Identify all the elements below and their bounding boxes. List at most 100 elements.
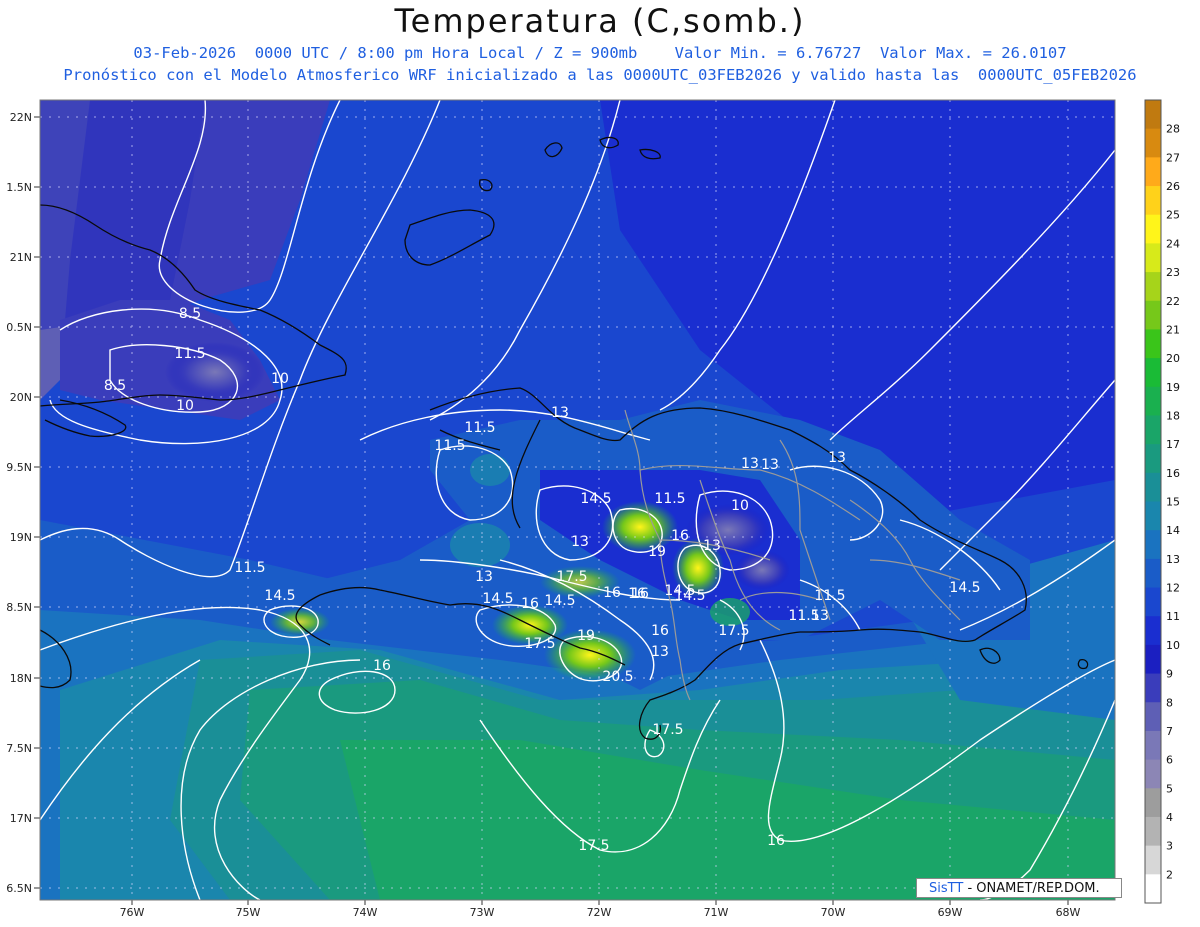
- lon-label: 69W: [938, 906, 963, 919]
- colorbar-swatch: [1145, 587, 1161, 617]
- lat-label: 19N: [10, 531, 32, 544]
- colorbar-swatch: [1145, 816, 1161, 847]
- colorbar-swatch: [1145, 530, 1161, 560]
- colorbar-label: 3: [1166, 840, 1173, 853]
- contour-label: 10: [731, 498, 749, 514]
- colorbar-swatch: [1145, 444, 1161, 474]
- colorbar-label: 20: [1166, 352, 1180, 365]
- credit-org: - ONAMET/REP.DOM.: [967, 881, 1100, 896]
- contour-label: 13: [571, 534, 589, 550]
- contour-label: 8.5: [104, 378, 126, 394]
- contour-label: 10: [176, 398, 194, 414]
- contour-label: 11.5: [788, 608, 819, 624]
- colorbar-label: 21: [1166, 323, 1180, 336]
- colorbar-label: 27: [1166, 151, 1180, 164]
- lon-label: 76W: [120, 906, 145, 919]
- contour-label: 17.5: [652, 722, 683, 738]
- contour-label: 17.5: [718, 623, 749, 639]
- colorbar-label: 9: [1166, 668, 1173, 681]
- lon-label: 74W: [353, 906, 378, 919]
- colorbar-swatch: [1145, 673, 1161, 703]
- colorbar-swatch: [1145, 128, 1161, 158]
- contour-label: 8.5: [179, 306, 201, 322]
- contour-label: 13: [741, 456, 759, 472]
- lat-label: 8.5N: [6, 601, 32, 614]
- colorbar-swatch: [1145, 157, 1161, 187]
- lat-label: 1.5N: [6, 181, 32, 194]
- colorbar-label: 7: [1166, 725, 1173, 738]
- lat-label: 6.5N: [6, 882, 32, 895]
- lat-label: 17N: [10, 812, 32, 825]
- contour-label: 16: [373, 658, 391, 674]
- colorbar-swatch: [1145, 874, 1161, 904]
- colorbar-label: 13: [1166, 553, 1180, 566]
- colorbar-label: 14: [1166, 524, 1180, 537]
- lon-label: 71W: [704, 906, 729, 919]
- contour-label: 16: [671, 528, 689, 544]
- contour-label: 11.5: [434, 438, 465, 454]
- colorbar-label: 22: [1166, 295, 1180, 308]
- contour-label: 19: [648, 544, 666, 560]
- colorbar-label: 5: [1166, 782, 1173, 795]
- lon-label: 75W: [236, 906, 261, 919]
- colorbar-label: 4: [1166, 811, 1173, 824]
- contour-label: 16: [521, 596, 539, 612]
- colorbar: 2827262524232221201918171615141312111098…: [1144, 99, 1180, 904]
- colorbar-swatch: [1145, 788, 1161, 818]
- lat-label: 7.5N: [6, 742, 32, 755]
- contour-label: 17.5: [578, 838, 609, 854]
- colorbar-swatch: [1145, 616, 1161, 646]
- contour-label: 20.5: [602, 669, 633, 685]
- lat-label: 22N: [10, 111, 32, 124]
- colorbar-swatch: [1145, 845, 1161, 875]
- colorbar-label: 12: [1166, 582, 1180, 595]
- contour-label: 13: [551, 405, 569, 421]
- contour-label: 11.5: [174, 346, 205, 362]
- colorbar-swatch: [1145, 358, 1161, 388]
- lon-label: 72W: [587, 906, 612, 919]
- colorbar-label: 23: [1166, 266, 1180, 279]
- colorbar-swatch: [1145, 759, 1161, 789]
- contour-label: 13: [761, 457, 779, 473]
- colorbar-swatch: [1145, 100, 1161, 130]
- colorbar-swatch: [1145, 186, 1161, 216]
- colorbar-label: 17: [1166, 438, 1180, 451]
- colorbar-swatch: [1145, 272, 1161, 302]
- contour-label: 16: [603, 585, 621, 601]
- lat-label: 9.5N: [6, 461, 32, 474]
- colorbar-swatch: [1145, 243, 1161, 273]
- contour-label: 11.5: [464, 420, 495, 436]
- colorbar-swatch: [1145, 472, 1161, 502]
- credit-brand: SisTT: [929, 881, 964, 896]
- colorbar-label: 15: [1166, 496, 1180, 509]
- lat-label: 20N: [10, 391, 32, 404]
- contour-label: 10: [271, 371, 289, 387]
- lat-label: 21N: [10, 251, 32, 264]
- colorbar-label: 2: [1166, 868, 1173, 881]
- credit-box: SisTT - ONAMET/REP.DOM.: [916, 878, 1122, 898]
- contour-label: 19: [577, 628, 595, 644]
- contour-label: 14.5: [949, 580, 980, 596]
- contour-label: 17.5: [556, 569, 587, 585]
- colorbar-swatch: [1145, 644, 1161, 675]
- colorbar-label: 26: [1166, 180, 1180, 193]
- colorbar-label: 10: [1166, 639, 1180, 652]
- contour-label: 14.5: [482, 591, 513, 607]
- contour-label: 16: [628, 586, 646, 602]
- lon-label: 68W: [1056, 906, 1081, 919]
- temperature-map: 2827262524232221201918171615141312111098…: [6, 99, 1180, 919]
- contour-label: 17.5: [524, 636, 555, 652]
- contour-label: 14.5: [264, 588, 295, 604]
- colorbar-label: 28: [1166, 123, 1180, 136]
- contour-label: 11.5: [234, 560, 265, 576]
- lon-label: 70W: [821, 906, 846, 919]
- colorbar-swatch: [1145, 329, 1161, 359]
- colorbar-label: 24: [1166, 237, 1180, 250]
- lon-label: 73W: [470, 906, 495, 919]
- contour-label: 11.5: [814, 588, 845, 604]
- colorbar-label: 18: [1166, 409, 1180, 422]
- colorbar-label: 6: [1166, 754, 1173, 767]
- contour-label: 13: [475, 569, 493, 585]
- colorbar-swatch: [1145, 386, 1161, 416]
- colorbar-label: 8: [1166, 696, 1173, 709]
